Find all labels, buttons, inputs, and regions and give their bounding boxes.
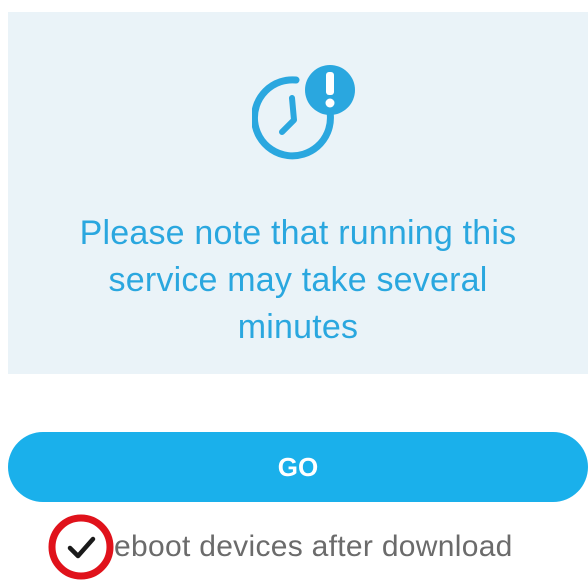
notice-message-line-1: Please note that running this: [79, 214, 517, 252]
go-button[interactable]: GO: [8, 432, 588, 502]
page: Please note that running this service ma…: [0, 0, 588, 582]
reboot-label: eboot devices after download: [114, 530, 513, 563]
notice-message-line-2: service may take several: [108, 261, 488, 299]
clock-alert-icon: [252, 65, 355, 160]
notice-message: Please note that running this service ma…: [38, 210, 558, 351]
reboot-checkbox[interactable]: [48, 514, 114, 580]
notice-panel: Please note that running this service ma…: [8, 12, 588, 374]
reboot-option: eboot devices after download: [48, 514, 513, 580]
notice-message-line-3: minutes: [237, 308, 359, 346]
checkmark-icon: [48, 514, 114, 580]
go-button-label: GO: [277, 451, 319, 482]
